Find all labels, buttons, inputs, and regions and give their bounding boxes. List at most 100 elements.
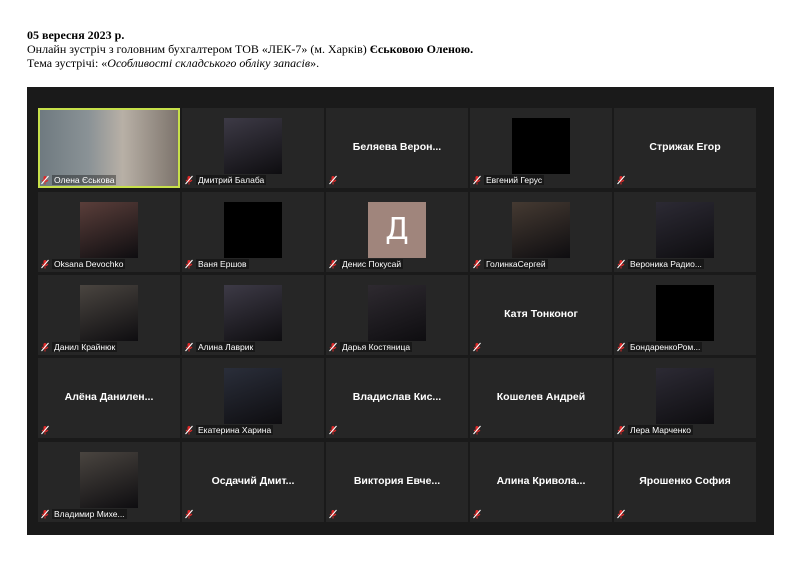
participant-caption	[472, 424, 482, 435]
mic-muted-icon	[473, 509, 481, 518]
participant-tile[interactable]: Вероника Радио...	[614, 192, 756, 272]
mic-muted-icon	[329, 509, 337, 518]
participant-display-name: Алёна Данилен...	[64, 391, 154, 403]
mic-muted-icon	[185, 342, 193, 351]
participant-caption: Данил Крайнюк	[40, 341, 118, 352]
participant-name: Oksana Devochko	[52, 258, 126, 269]
mic-muted-icon	[41, 342, 49, 351]
participant-caption: Вероника Радио...	[616, 258, 704, 269]
mic-muted-icon	[41, 259, 49, 268]
participant-tile[interactable]: Алина Кривола...	[470, 442, 612, 522]
participant-tile[interactable]: Д Денис Покусай	[326, 192, 468, 272]
meeting-topic: Тема зустрічі: «Особливості складського …	[27, 56, 320, 70]
participant-caption: Евгений Герус	[472, 174, 545, 185]
participant-video-off	[656, 285, 714, 341]
participant-caption: Денис Покусай	[328, 258, 404, 269]
participant-display-name: Кошелев Андрей	[496, 391, 586, 403]
participant-caption	[40, 424, 50, 435]
participant-tile[interactable]: Стрижак Егор	[614, 108, 756, 188]
participant-caption: БондаренкоРом...	[616, 341, 703, 352]
participant-video	[80, 452, 138, 508]
participant-caption: Алина Лаврик	[184, 341, 256, 352]
mic-muted-icon	[41, 425, 49, 434]
participant-caption: Дарья Костяница	[328, 341, 413, 352]
participant-display-name: Виктория Евче...	[353, 475, 441, 487]
participant-tile[interactable]: Дмитрий Балаба	[182, 108, 324, 188]
participant-video	[224, 285, 282, 341]
meeting-header: 05 вересня 2023 р. Онлайн зустріч з голо…	[27, 28, 473, 70]
participant-name: Дмитрий Балаба	[196, 174, 267, 185]
mic-muted-icon	[473, 259, 481, 268]
participant-caption: Владимир Михе...	[40, 508, 127, 519]
participant-tile[interactable]: Oksana Devochko	[38, 192, 180, 272]
participant-tile[interactable]: Алёна Данилен...	[38, 358, 180, 438]
participant-caption	[328, 424, 338, 435]
mic-muted-icon	[473, 425, 481, 434]
participant-name: Олена Єськова	[52, 174, 117, 185]
participant-name: БондаренкоРом...	[628, 341, 703, 352]
participant-name: Данил Крайнюк	[52, 341, 118, 352]
participant-caption: Лера Марченко	[616, 424, 693, 435]
participant-tile[interactable]: БондаренкоРом...	[614, 275, 756, 355]
participant-name: Лера Марченко	[628, 424, 693, 435]
participant-video	[224, 118, 282, 174]
participant-caption	[616, 508, 626, 519]
participant-avatar: Д	[368, 202, 426, 258]
mic-muted-icon	[329, 425, 337, 434]
participant-caption	[328, 174, 338, 185]
mic-muted-icon	[473, 342, 481, 351]
participant-tile[interactable]: Осдачий Дмит...	[182, 442, 324, 522]
participant-display-name: Беляева Верон...	[352, 141, 442, 153]
participant-display-name: Осдачий Дмит...	[211, 475, 295, 487]
participant-display-name: Катя Тонконог	[504, 308, 578, 320]
participant-tile[interactable]: Ярошенко София	[614, 442, 756, 522]
participant-display-name: Ярошенко София	[639, 475, 731, 487]
participant-name: Евгений Герус	[484, 174, 545, 185]
participant-tile[interactable]: Лера Марченко	[614, 358, 756, 438]
participant-tile[interactable]: Катя Тонконог	[470, 275, 612, 355]
participant-name: Денис Покусай	[340, 258, 404, 269]
mic-muted-icon	[41, 175, 49, 184]
participant-video	[656, 368, 714, 424]
participant-tile[interactable]: Виктория Евче...	[326, 442, 468, 522]
participant-tile[interactable]: Алина Лаврик	[182, 275, 324, 355]
mic-muted-icon	[185, 175, 193, 184]
meeting-date: 05 вересня 2023 р.	[27, 28, 125, 42]
participant-tile[interactable]: Кошелев Андрей	[470, 358, 612, 438]
participant-tile[interactable]: Владимир Михе...	[38, 442, 180, 522]
participant-video	[224, 368, 282, 424]
participant-tile[interactable]: Олена Єськова	[38, 108, 180, 188]
mic-muted-icon	[185, 259, 193, 268]
participant-tile[interactable]: Дарья Костяница	[326, 275, 468, 355]
participant-tile[interactable]: Екатерина Харина	[182, 358, 324, 438]
mic-muted-icon	[329, 259, 337, 268]
participant-tile[interactable]: Евгений Герус	[470, 108, 612, 188]
participant-display-name: Владислав Кис...	[352, 391, 442, 403]
participant-caption: ГолинкаСергей	[472, 258, 548, 269]
participant-tile[interactable]: ГолинкаСергей	[470, 192, 612, 272]
mic-muted-icon	[41, 509, 49, 518]
participant-tile[interactable]: Данил Крайнюк	[38, 275, 180, 355]
host-name: Єськовою Оленою.	[369, 42, 474, 56]
mic-muted-icon	[617, 175, 625, 184]
participant-tile[interactable]: Владислав Кис...	[326, 358, 468, 438]
participant-video	[656, 202, 714, 258]
participant-tile[interactable]: Ваня Ершов	[182, 192, 324, 272]
participant-video	[80, 202, 138, 258]
participant-name: Ваня Ершов	[196, 258, 249, 269]
mic-muted-icon	[185, 425, 193, 434]
participant-caption: Ваня Ершов	[184, 258, 249, 269]
participant-caption	[184, 508, 194, 519]
participant-video	[512, 202, 570, 258]
participant-video-off	[512, 118, 570, 174]
participant-video	[368, 285, 426, 341]
participant-caption	[472, 508, 482, 519]
participant-tile[interactable]: Беляева Верон...	[326, 108, 468, 188]
mic-muted-icon	[473, 175, 481, 184]
participant-name: Вероника Радио...	[628, 258, 704, 269]
mic-muted-icon	[329, 342, 337, 351]
participant-name: ГолинкаСергей	[484, 258, 548, 269]
participant-video	[80, 285, 138, 341]
participant-caption: Олена Єськова	[40, 174, 117, 185]
participant-display-name: Алина Кривола...	[496, 475, 586, 487]
